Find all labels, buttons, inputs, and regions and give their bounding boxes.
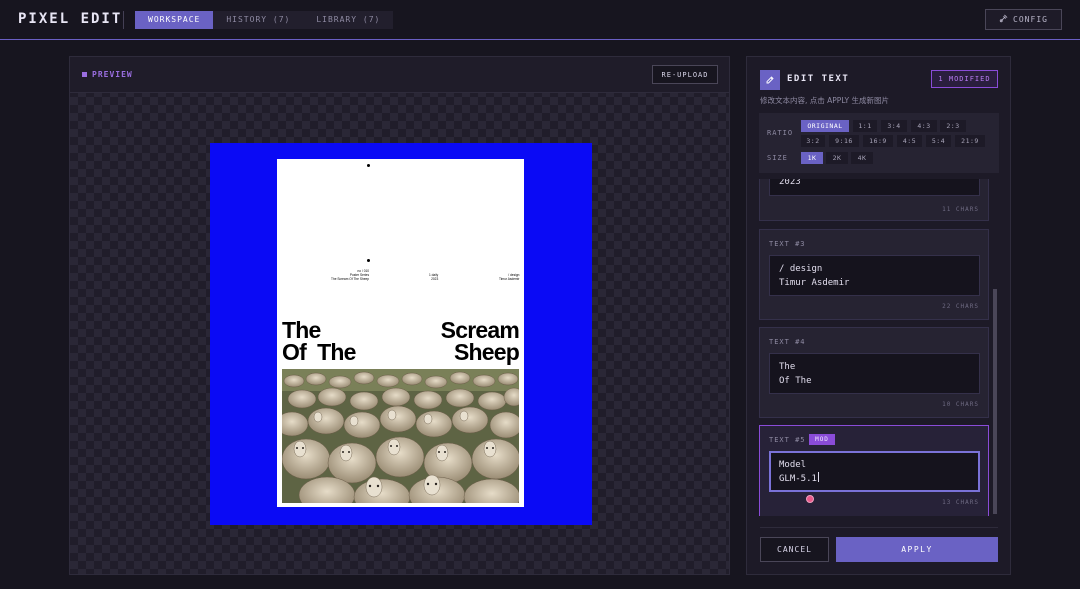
tab-library[interactable]: LIBRARY (7) bbox=[303, 11, 393, 29]
text-field-list[interactable]: 2023 11 CHARS TEXT #3 / design Timur Asd… bbox=[759, 179, 999, 516]
reupload-button[interactable]: RE-UPLOAD bbox=[652, 65, 718, 84]
preview-title-text: PREVIEW bbox=[92, 70, 133, 79]
ratio-option-16-9[interactable]: 16:9 bbox=[863, 135, 893, 147]
modified-count-badge: 1 MODIFIED bbox=[931, 70, 998, 88]
size-option-2k[interactable]: 2K bbox=[826, 152, 848, 164]
ratio-option-1-1[interactable]: 1:1 bbox=[853, 120, 877, 132]
apply-button[interactable]: APPLY bbox=[836, 537, 998, 562]
cancel-button[interactable]: CANCEL bbox=[760, 537, 829, 562]
ratio-option-3-2[interactable]: 3:2 bbox=[801, 135, 825, 147]
main-tabs: WORKSPACE HISTORY (7) LIBRARY (7) bbox=[135, 11, 394, 29]
panel-title: EDIT TEXT bbox=[787, 74, 850, 84]
ratio-option-4-5[interactable]: 4:5 bbox=[897, 135, 922, 147]
text-input-5[interactable]: Model GLM-5.1 bbox=[769, 451, 980, 492]
image-canvas[interactable]: no / 010 Poster Series The Scream Of The… bbox=[210, 143, 592, 525]
preview-header: PREVIEW RE-UPLOAD bbox=[70, 57, 729, 93]
ratio-option-3-4[interactable]: 3:4 bbox=[881, 120, 907, 132]
text-card-4: TEXT #4 The Of The 10 CHARS bbox=[759, 327, 989, 418]
text-input-4[interactable]: The Of The bbox=[769, 353, 980, 394]
char-count-4: 10 CHARS bbox=[942, 401, 979, 408]
ratio-option-9-16[interactable]: 9:16 bbox=[829, 135, 859, 147]
text-caret bbox=[817, 472, 819, 482]
poster-image: no / 010 Poster Series The Scream Of The… bbox=[277, 159, 524, 507]
poster-meta-mid: 1 daily 2023 bbox=[429, 273, 439, 281]
brand-logo: PIXEL EDIT bbox=[18, 11, 123, 27]
poster-meta-right: / design Timur Asdemir bbox=[499, 273, 520, 281]
list-scrollbar-thumb[interactable] bbox=[993, 289, 997, 514]
footer-divider bbox=[760, 527, 998, 528]
brand-divider bbox=[123, 11, 124, 29]
ratio-option-2-3[interactable]: 2:3 bbox=[940, 120, 966, 132]
edit-text-panel: EDIT TEXT 1 MODIFIED 修改文本内容, 点击 APPLY 生成… bbox=[746, 56, 1011, 575]
panel-subtitle: 修改文本内容, 点击 APPLY 生成新图片 bbox=[760, 96, 889, 105]
modified-tag: MOD bbox=[809, 434, 835, 445]
poster-dot-mid bbox=[367, 259, 370, 262]
text-card-label-4: TEXT #4 bbox=[769, 338, 806, 346]
ratio-option-4-3[interactable]: 4:3 bbox=[911, 120, 937, 132]
output-settings: RATIO ORIGINAL 1:1 3:4 4:3 2:3 3:2 9:16 … bbox=[759, 113, 999, 173]
size-option-4k[interactable]: 4K bbox=[851, 152, 873, 164]
size-label: SIZE bbox=[767, 154, 788, 162]
preview-title: PREVIEW bbox=[82, 70, 133, 79]
poster-headline-left: The Of The bbox=[282, 317, 356, 365]
char-count-5: 13 CHARS bbox=[942, 499, 979, 506]
text-card-label-3: TEXT #3 bbox=[769, 240, 806, 248]
ratio-option-original[interactable]: ORIGINAL bbox=[801, 120, 849, 132]
settings-icon bbox=[999, 14, 1008, 25]
sheep-flock-image bbox=[282, 369, 519, 503]
poster-dot-top bbox=[367, 164, 370, 167]
char-count-3: 22 CHARS bbox=[942, 303, 979, 310]
size-option-1k[interactable]: 1K bbox=[801, 152, 823, 164]
preview-indicator-icon bbox=[82, 72, 87, 77]
text-input-3[interactable]: / design Timur Asdemir bbox=[769, 255, 980, 296]
text-card-2: 2023 11 CHARS bbox=[759, 179, 989, 221]
config-label: CONFIG bbox=[1013, 15, 1048, 24]
text-card-label-5: TEXT #5 bbox=[769, 436, 806, 444]
ratio-option-21-9[interactable]: 21:9 bbox=[955, 135, 985, 147]
char-count-2: 11 CHARS bbox=[942, 206, 979, 213]
tab-workspace[interactable]: WORKSPACE bbox=[135, 11, 214, 29]
ratio-label: RATIO bbox=[767, 129, 794, 137]
preview-panel: PREVIEW RE-UPLOAD no / 010 Poster Series… bbox=[69, 56, 730, 575]
ratio-option-5-4[interactable]: 5:4 bbox=[926, 135, 951, 147]
text-input-2[interactable]: 2023 bbox=[769, 179, 980, 196]
config-button[interactable]: CONFIG bbox=[985, 9, 1062, 30]
top-bar: PIXEL EDIT WORKSPACE HISTORY (7) LIBRARY… bbox=[0, 0, 1080, 40]
tab-history[interactable]: HISTORY (7) bbox=[213, 11, 303, 29]
text-card-5: TEXT #5 MOD Model GLM-5.1 13 CHARS bbox=[759, 425, 989, 516]
poster-meta-left: no / 010 Poster Series The Scream Of The… bbox=[331, 269, 370, 281]
poster-headline-right: Scream Sheep bbox=[440, 317, 520, 365]
text-input-5-value: Model GLM-5.1 bbox=[779, 460, 817, 484]
pencil-icon bbox=[760, 70, 780, 90]
mouse-cursor-indicator bbox=[806, 495, 814, 503]
text-card-3: TEXT #3 / design Timur Asdemir 22 CHARS bbox=[759, 229, 989, 320]
